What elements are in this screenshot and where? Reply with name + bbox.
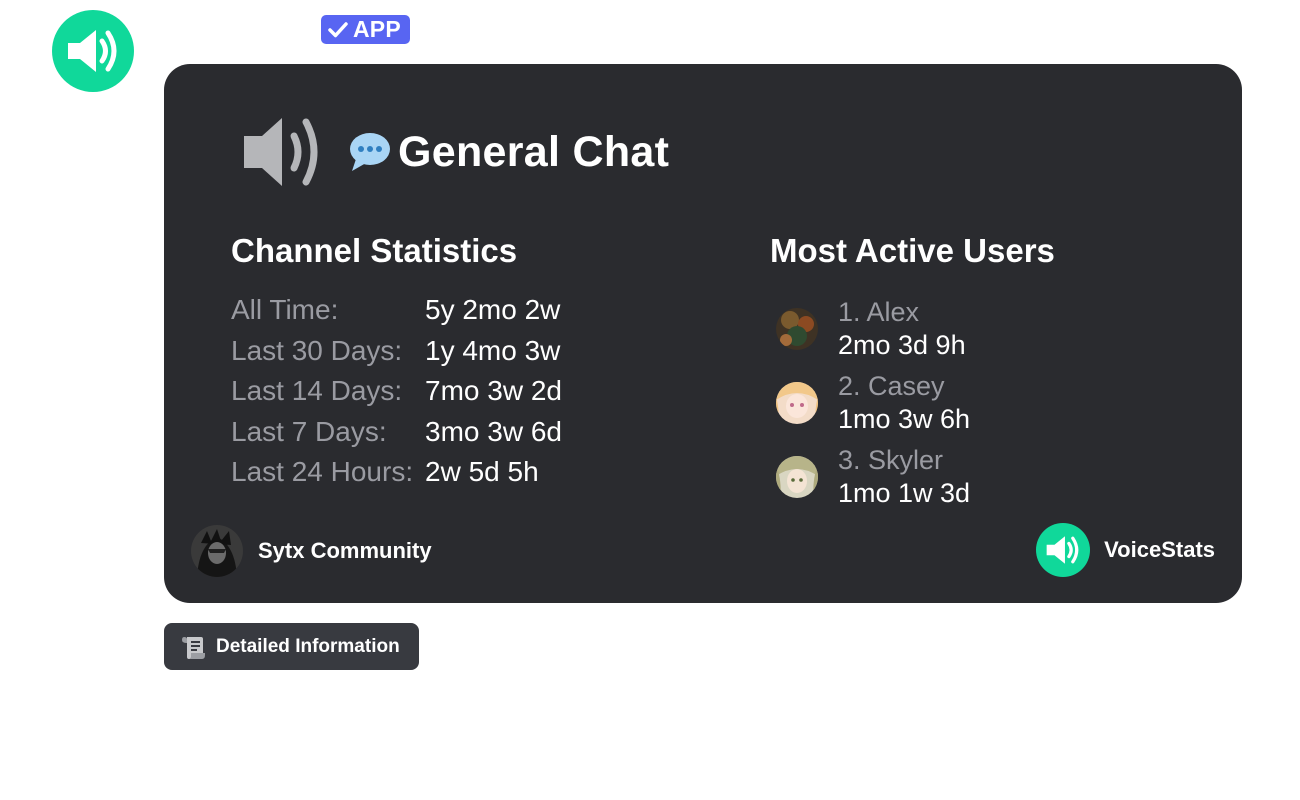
- user-avatar: [776, 308, 818, 350]
- stat-value: 3mo 3w 6d: [425, 415, 562, 447]
- speech-bubble-icon: [350, 133, 390, 171]
- user-avatar: [776, 382, 818, 424]
- server-info: Sytx Community: [191, 525, 432, 577]
- speaker-icon: [68, 30, 117, 72]
- speaker-icon: [1046, 536, 1079, 564]
- detailed-information-label: Detailed Information: [216, 635, 400, 657]
- user-name: 2. Casey: [838, 371, 945, 401]
- brand-logo: [1036, 523, 1091, 577]
- stat-value: 1y 4mo 3w: [425, 334, 561, 366]
- stat-row: All Time: 5y 2mo 2w: [231, 290, 562, 331]
- brand-info: VoiceStats: [1036, 523, 1215, 577]
- stat-row: Last 24 Hours: 2w 5d 5h: [231, 452, 562, 493]
- speaker-icon: [244, 118, 318, 186]
- app-badge-label: APP: [353, 16, 401, 42]
- stat-value: 7mo 3w 2d: [425, 375, 562, 407]
- server-avatar: [191, 525, 243, 577]
- user-name: 3. Skyler: [838, 445, 944, 475]
- stat-label: Last 30 Days:: [231, 334, 403, 366]
- stat-value: 2w 5d 5h: [425, 456, 539, 488]
- stat-label: Last 24 Hours:: [231, 456, 414, 488]
- user-time: 1mo 3w 6h: [838, 404, 971, 434]
- users-title: Most Active Users: [770, 232, 1055, 269]
- detailed-information-button[interactable]: Detailed Information: [164, 623, 419, 670]
- voice-stats-card[interactable]: General Chat Channel Statistics Most Act…: [164, 64, 1242, 603]
- stat-row: Last 30 Days: 1y 4mo 3w: [231, 331, 562, 372]
- brand-name: VoiceStats: [1104, 537, 1215, 562]
- server-name: Sytx Community: [258, 538, 432, 563]
- stats-list: All Time: 5y 2mo 2w Last 30 Days: 1y 4mo…: [231, 290, 562, 493]
- stat-label: All Time:: [231, 294, 339, 326]
- app-badge: APP: [321, 15, 410, 44]
- stat-label: Last 7 Days:: [231, 415, 387, 447]
- checkmark-icon: [328, 21, 348, 37]
- user-time: 2mo 3d 9h: [838, 330, 966, 360]
- stats-title: Channel Statistics: [231, 232, 518, 269]
- stat-row: Last 7 Days: 3mo 3w 6d: [231, 412, 562, 453]
- user-row: 1. Alex 2mo 3d 9h: [776, 292, 970, 366]
- user-name: 1. Alex: [838, 297, 920, 327]
- user-row: 2. Casey 1mo 3w 6h: [776, 366, 970, 440]
- user-avatar: [776, 456, 818, 498]
- stat-label: Last 14 Days:: [231, 375, 403, 407]
- channel-header: General Chat: [242, 112, 669, 192]
- users-list: 1. Alex 2mo 3d 9h 2. Casey 1mo 3w 6h 3. …: [776, 292, 970, 514]
- channel-name: General Chat: [398, 127, 670, 176]
- stat-row: Last 14 Days: 7mo 3w 2d: [231, 371, 562, 412]
- user-row: 3. Skyler 1mo 1w 3d: [776, 440, 970, 514]
- scroll-icon: [180, 634, 206, 660]
- message-container: APP General Chat Channel Statistics Most…: [0, 0, 1300, 800]
- user-time: 1mo 1w 3d: [838, 478, 971, 508]
- bot-avatar[interactable]: [52, 10, 134, 92]
- stat-value: 5y 2mo 2w: [425, 294, 561, 326]
